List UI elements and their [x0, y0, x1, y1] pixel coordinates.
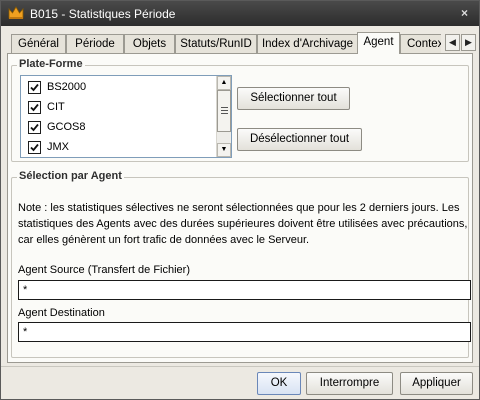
agent-destination-label: Agent Destination	[18, 307, 105, 319]
tab-label: Index d'Archivage	[261, 38, 354, 50]
checkmark-icon	[30, 103, 39, 112]
tab-scroll-right-button[interactable]: ▶	[461, 34, 476, 51]
ok-button[interactable]: OK	[257, 372, 301, 395]
grip-line	[221, 107, 228, 108]
close-button[interactable]: ×	[456, 5, 473, 21]
tab-index-archivage[interactable]: Index d'Archivage	[257, 34, 358, 54]
tab-label: Général	[18, 38, 59, 50]
scroll-down-button[interactable]: ▼	[217, 143, 231, 157]
agent-selection-group: Sélection par Agent Note : les statistiq…	[11, 170, 471, 358]
tab-label: Période	[75, 38, 115, 50]
platform-group: Plate-Forme BS2000 CIT GCOS8 JMX ▲ ▼ Sél…	[11, 58, 469, 162]
agent-destination-input[interactable]: *	[18, 322, 471, 342]
platform-label: BS2000	[47, 81, 87, 93]
list-item[interactable]: BS2000	[25, 78, 215, 98]
tab-contexte[interactable]: Contexte	[400, 34, 441, 54]
grip-line	[221, 110, 228, 111]
tab-scroll-left-button[interactable]: ◀	[445, 34, 460, 51]
agent-selection-note: Note : les statistiques sélectives ne se…	[18, 202, 468, 246]
platform-list-scrollbar[interactable]: ▲ ▼	[216, 76, 231, 157]
platform-checkbox-bs2000[interactable]	[28, 81, 41, 94]
interrupt-button[interactable]: Interrompre	[306, 372, 393, 395]
chevron-left-icon: ◀	[449, 37, 456, 47]
checkmark-icon	[30, 83, 39, 92]
list-item[interactable]: JMX	[25, 138, 215, 157]
scroll-up-button[interactable]: ▲	[217, 76, 231, 90]
dialog-window: B015 - Statistiques Période × Général Pé…	[0, 0, 480, 400]
agent-source-input[interactable]: *	[18, 280, 471, 300]
list-item[interactable]: GCOS8	[25, 118, 215, 138]
platform-checkbox-gcos8[interactable]	[28, 121, 41, 134]
tab-periode[interactable]: Période	[66, 34, 124, 54]
platform-label: GCOS8	[47, 121, 86, 133]
app-crown-icon	[8, 6, 24, 19]
tab-objets[interactable]: Objets	[124, 34, 175, 54]
agent-source-label: Agent Source (Transfert de Fichier)	[18, 264, 190, 276]
footer-divider	[1, 366, 479, 367]
apply-button[interactable]: Appliquer	[400, 372, 473, 395]
platform-checkbox-jmx[interactable]	[28, 141, 41, 154]
tab-strip: Général Période Objets Statuts/RunID Ind…	[11, 32, 441, 54]
chevron-right-icon: ▶	[465, 37, 472, 47]
arrow-down-icon: ▼	[220, 146, 228, 153]
tab-label: Agent	[363, 36, 394, 48]
agent-selection-group-title: Sélection par Agent	[17, 170, 124, 182]
checkmark-icon	[30, 123, 39, 132]
window-title: B015 - Statistiques Période	[30, 7, 176, 21]
arrow-up-icon: ▲	[220, 79, 228, 86]
title-bar[interactable]: B015 - Statistiques Période ×	[1, 1, 479, 26]
deselect-all-button[interactable]: Désélectionner tout	[237, 128, 362, 151]
tab-label: Contexte	[407, 38, 441, 50]
select-all-button[interactable]: Sélectionner tout	[237, 87, 350, 110]
tab-general[interactable]: Général	[11, 34, 66, 54]
tab-label: Objets	[132, 38, 167, 50]
platform-label: CIT	[47, 101, 65, 113]
platform-label: JMX	[47, 141, 69, 153]
platform-group-title: Plate-Forme	[17, 58, 85, 70]
grip-line	[221, 113, 228, 114]
platform-checklist[interactable]: BS2000 CIT GCOS8 JMX ▲ ▼	[20, 75, 232, 158]
platform-checkbox-cit[interactable]	[28, 101, 41, 114]
tab-statuts-runid[interactable]: Statuts/RunID	[175, 34, 257, 54]
list-item[interactable]: CIT	[25, 98, 215, 118]
tab-label: Statuts/RunID	[180, 38, 252, 50]
close-icon: ×	[460, 6, 468, 20]
agent-tab-panel: Plate-Forme BS2000 CIT GCOS8 JMX ▲ ▼ Sél…	[7, 53, 473, 363]
tab-agent[interactable]: Agent	[357, 32, 400, 54]
scroll-thumb[interactable]	[217, 90, 231, 132]
checkmark-icon	[30, 143, 39, 152]
